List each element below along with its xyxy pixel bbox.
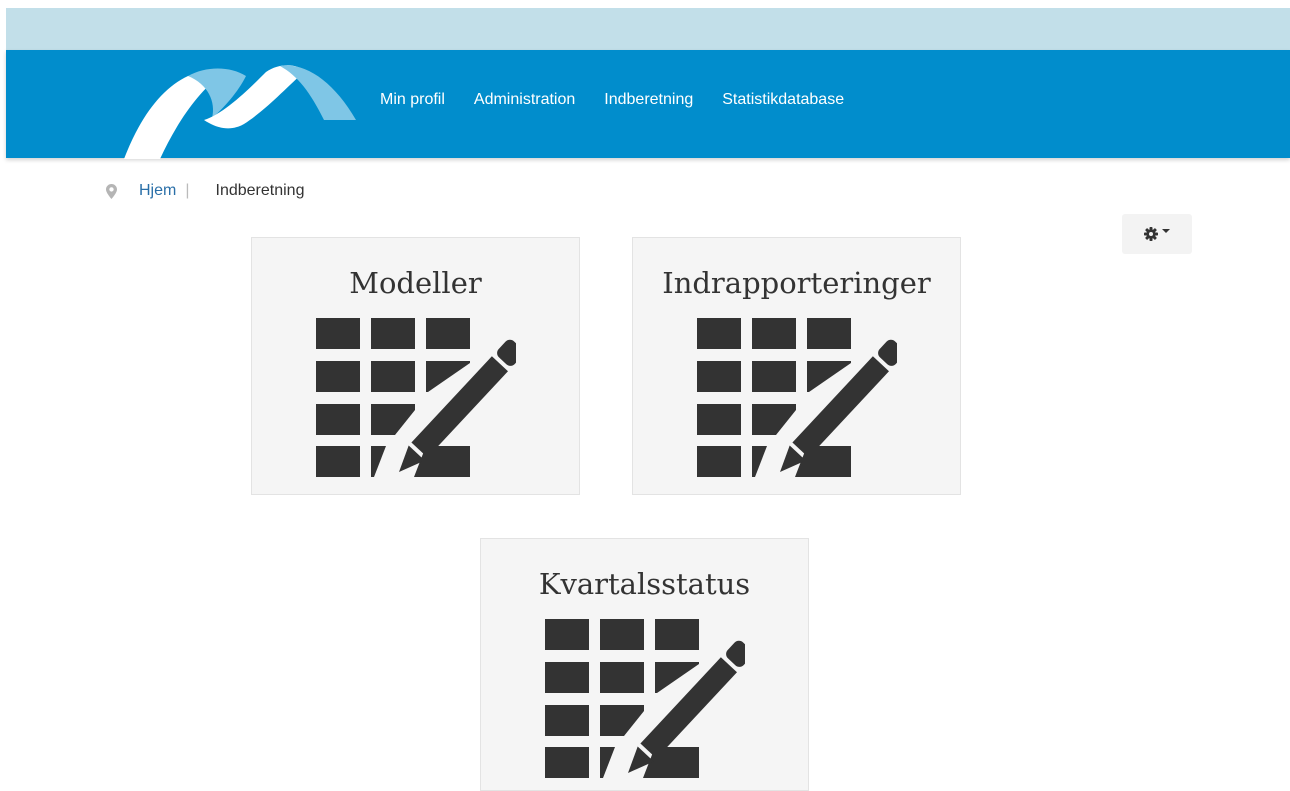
tile-kvartalsstatus[interactable]: Kvartalsstatus	[480, 538, 809, 791]
nav-link-statistikdatabase[interactable]: Statistikdatabase	[722, 91, 844, 109]
tile-title: Modeller	[349, 266, 482, 300]
table-edit-icon	[316, 318, 516, 478]
breadcrumb-separator: |	[185, 182, 190, 199]
table-edit-icon	[697, 318, 897, 478]
navbar: Min profil Administration Indberetning S…	[6, 50, 1290, 160]
breadcrumb-home-link[interactable]: Hjem	[139, 182, 176, 200]
settings-dropdown-button[interactable]	[1122, 214, 1192, 254]
nav-link-administration[interactable]: Administration	[474, 91, 575, 109]
tile-indrapporteringer[interactable]: Indrapporteringer	[632, 237, 961, 495]
tile-modeller[interactable]: Modeller	[251, 237, 580, 495]
map-pin-icon	[106, 183, 117, 199]
brand-logo[interactable]	[120, 62, 360, 160]
tile-title: Indrapporteringer	[662, 266, 931, 300]
breadcrumb-current: Indberetning	[215, 182, 305, 199]
nav-link-min-profil[interactable]: Min profil	[380, 91, 445, 109]
nav-link-indberetning[interactable]: Indberetning	[604, 91, 693, 109]
gear-icon	[1144, 227, 1158, 241]
tile-title: Kvartalsstatus	[538, 567, 751, 601]
table-edit-icon	[545, 619, 745, 779]
breadcrumb: Hjem | Indberetning	[106, 182, 304, 200]
main-nav: Min profil Administration Indberetning S…	[380, 91, 873, 109]
top-strip	[6, 8, 1290, 50]
caret-down-icon	[1162, 228, 1170, 233]
